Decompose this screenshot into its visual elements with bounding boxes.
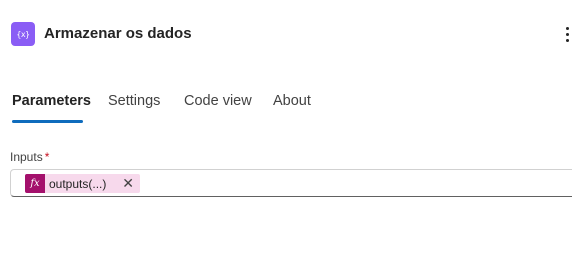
close-icon[interactable]: ✕ [122,175,134,192]
active-tab-indicator [12,120,83,123]
tab-settings[interactable]: Settings [108,88,160,124]
more-options-icon[interactable] [562,22,572,46]
token-text: outputs(...) [49,176,107,191]
action-title[interactable]: Armazenar os dados [44,25,192,42]
variable-icon: {x} [11,22,35,46]
tab-about[interactable]: About [273,88,311,124]
inputs-label-text: Inputs [10,150,43,164]
inputs-field[interactable]: fx outputs(...) ✕ [10,169,572,197]
required-marker: * [44,150,50,164]
inputs-label: Inputs * [10,150,49,164]
expression-token[interactable]: fx outputs(...) ✕ [25,174,140,193]
tab-list: Parameters Settings Code view About [0,88,572,124]
tab-parameters[interactable]: Parameters [12,88,91,124]
tab-code-view[interactable]: Code view [184,88,252,124]
action-header: {x} Armazenar os dados [0,0,572,68]
function-icon: fx [25,174,45,193]
